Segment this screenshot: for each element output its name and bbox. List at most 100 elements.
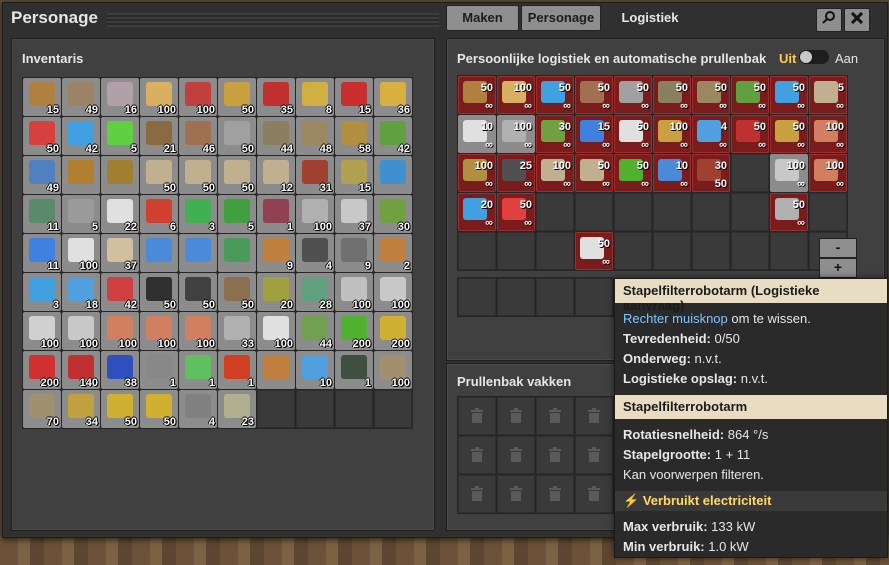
logistics-request-stack-filter-inserter[interactable]: 50 ∞ xyxy=(575,232,613,270)
logistics-request-wooden-chest[interactable]: 50 ∞ xyxy=(458,76,496,114)
inventory-slot-fast-transport-belt[interactable]: 100 xyxy=(179,78,217,116)
inventory-slot-gate[interactable]: 70 xyxy=(23,390,61,428)
tab-logistiek[interactable]: Logistiek xyxy=(603,5,697,31)
trash-slot[interactable] xyxy=(497,475,535,513)
inventory-slot-inserter[interactable]: 50 xyxy=(23,117,61,155)
logistics-slot-empty[interactable] xyxy=(731,154,769,192)
trash-slot[interactable] xyxy=(575,397,613,435)
inventory-slot-offshore-pump[interactable]: 50 xyxy=(140,156,178,194)
logistics-slot[interactable] xyxy=(575,278,613,316)
logistics-request-brick[interactable]: 100 ∞ xyxy=(497,115,535,153)
inventory-slot-empty[interactable] xyxy=(374,390,412,428)
inventory-slot-flamethrower[interactable]: 4 xyxy=(179,390,217,428)
logistics-slot-empty[interactable] xyxy=(536,232,574,270)
inventory-slot-rocket[interactable]: 1 xyxy=(179,351,217,389)
logistics-slot-empty[interactable] xyxy=(575,193,613,231)
inventory-slot-steel-furnace[interactable]: 15 xyxy=(335,156,373,194)
inventory-slot-big-electric-pole[interactable]: 50 xyxy=(218,117,256,155)
inventory-slot-radar[interactable]: 2 xyxy=(374,234,412,272)
logistics-request-copper-plate[interactable]: 100 ∞ xyxy=(809,154,847,192)
logistics-request-plate[interactable]: 100 ∞ xyxy=(770,154,808,192)
inventory-slot-circuit-red[interactable]: 140 xyxy=(62,351,100,389)
inventory-slot-gear[interactable]: 9 xyxy=(335,234,373,272)
inventory-slot-copper-plate[interactable]: 100 xyxy=(374,273,412,311)
logistics-slot-empty[interactable] xyxy=(536,193,574,231)
inventory-slot-empty[interactable] xyxy=(257,390,295,428)
logistics-slot-empty[interactable] xyxy=(809,193,847,231)
trash-slot[interactable] xyxy=(536,436,574,474)
inventory-slot-fast-inserter[interactable]: 5 xyxy=(101,117,139,155)
inventory-slot-small-electric-pole[interactable]: 21 xyxy=(140,117,178,155)
inventory-slot-accumulator[interactable] xyxy=(179,234,217,272)
inventory-slot-roboport[interactable] xyxy=(218,234,256,272)
inventory-slot-arithmetic-combinator[interactable]: 5 xyxy=(218,195,256,233)
inventory-slot-wooden-chest[interactable]: 15 xyxy=(23,78,61,116)
logistics-request-small-pole[interactable]: 50 ∞ xyxy=(575,76,613,114)
trash-slot[interactable] xyxy=(497,397,535,435)
inventory-slot-tank[interactable]: 18 xyxy=(62,273,100,311)
inventory-slot-fast-underground-belt[interactable]: 35 xyxy=(257,78,295,116)
inventory-slot-steel-plate[interactable]: 100 xyxy=(23,312,61,350)
inventory-slot-rail[interactable]: 58 xyxy=(335,117,373,155)
inventory-slot-lab[interactable]: 22 xyxy=(101,195,139,233)
inventory-slot-copper-plate-2[interactable]: 100 xyxy=(101,312,139,350)
logistics-request-repair[interactable]: 50 ∞ xyxy=(770,76,808,114)
close-button[interactable] xyxy=(844,8,870,32)
logistics-slot-empty[interactable] xyxy=(653,193,691,231)
logistics-request-big-pole[interactable]: 50 ∞ xyxy=(614,76,652,114)
inventory-slot-repair-pack[interactable]: 49 xyxy=(23,156,61,194)
logistics-slot[interactable] xyxy=(458,278,496,316)
logistics-request-inserter[interactable]: 50 ∞ xyxy=(536,76,574,114)
inventory-slot-advanced-circuit[interactable]: 200 xyxy=(374,312,412,350)
inventory-slot-fast-splitter[interactable]: 15 xyxy=(335,78,373,116)
inventory-slot-stone-furnace[interactable]: 31 xyxy=(296,156,334,194)
trash-slot[interactable] xyxy=(536,397,574,435)
logistics-slot[interactable] xyxy=(497,278,535,316)
logistics-slot-empty[interactable] xyxy=(692,232,730,270)
inventory-slot-solar-cell[interactable]: 10 xyxy=(296,351,334,389)
trash-slot[interactable] xyxy=(458,475,496,513)
inventory-slot-assembling-machine[interactable] xyxy=(374,156,412,194)
inventory-slot-pump[interactable]: 50 xyxy=(179,156,217,194)
inventory-slot-pipe[interactable]: 44 xyxy=(257,117,295,155)
inventory-slot-landfill[interactable]: 30 xyxy=(374,195,412,233)
inventory-slot-solar-panel[interactable] xyxy=(140,234,178,272)
inventory-slot-copper-ore[interactable]: 20 xyxy=(257,273,295,311)
inventory-slot-electric-mining-drill[interactable]: 12 xyxy=(257,156,295,194)
logistics-request-beam[interactable]: 50 ∞ xyxy=(770,193,808,231)
logistics-request-car[interactable]: 20 ∞ xyxy=(458,193,496,231)
inventory-slot-burner-mining-drill[interactable]: 50 xyxy=(218,156,256,194)
inventory-slot-splitter[interactable]: 8 xyxy=(296,78,334,116)
inventory-slot-locomotive[interactable]: 42 xyxy=(101,273,139,311)
logistics-slot-empty[interactable] xyxy=(731,193,769,231)
inventory-slot-processing-unit[interactable]: 200 xyxy=(23,351,61,389)
inventory-slot-car[interactable]: 3 xyxy=(23,273,61,311)
inventory-slot-iron-plate-2[interactable]: 100 xyxy=(62,312,100,350)
inventory-slot-hazard-concrete[interactable]: 34 xyxy=(62,390,100,428)
inventory-slot-iron-ore[interactable]: 50 xyxy=(218,273,256,311)
logistics-request-ug-belt-2[interactable]: 50 ∞ xyxy=(770,115,808,153)
logistics-request-filter-inserter[interactable]: 50 ∞ xyxy=(497,193,535,231)
inventory-slot-iron-chest[interactable]: 49 xyxy=(62,78,100,116)
inventory-slot-long-inserter[interactable]: 42 xyxy=(62,117,100,155)
logistics-slot-empty[interactable] xyxy=(653,232,691,270)
tab-personage[interactable]: Personage xyxy=(521,5,601,31)
inventory-slot-engine[interactable]: 44 xyxy=(296,312,334,350)
inventory-slot-decider-combinator[interactable]: 1 xyxy=(257,195,295,233)
inventory-slot-logistic-robot[interactable]: 4 xyxy=(296,234,334,272)
inventory-slot-stone[interactable]: 50 xyxy=(179,273,217,311)
logistics-request-battery[interactable]: 15 ∞ xyxy=(575,115,613,153)
logistics-request-fast-ug[interactable]: 50 ∞ xyxy=(731,115,769,153)
inventory-slot-uranium-ore[interactable]: 28 xyxy=(296,273,334,311)
logistics-request-furnace[interactable]: 30 50 xyxy=(692,154,730,192)
inventory-slot-construction-robot[interactable]: 9 xyxy=(257,234,295,272)
inventory-slot-electronic-circuit[interactable]: 200 xyxy=(335,312,373,350)
logistics-request-transport-belt[interactable]: 100 ∞ xyxy=(497,76,535,114)
trash-slot[interactable] xyxy=(536,475,574,513)
inventory-slot-rail-signal[interactable]: 42 xyxy=(374,117,412,155)
inventory-slot-steel-beam[interactable]: 33 xyxy=(218,312,256,350)
logistics-slot-empty[interactable] xyxy=(497,232,535,270)
inventory-slot-long-handed-tool[interactable]: 37 xyxy=(101,234,139,272)
inventory-slot-plastic-bar[interactable]: 100 xyxy=(257,312,295,350)
logistics-request-signal[interactable]: 50 ∞ xyxy=(731,76,769,114)
